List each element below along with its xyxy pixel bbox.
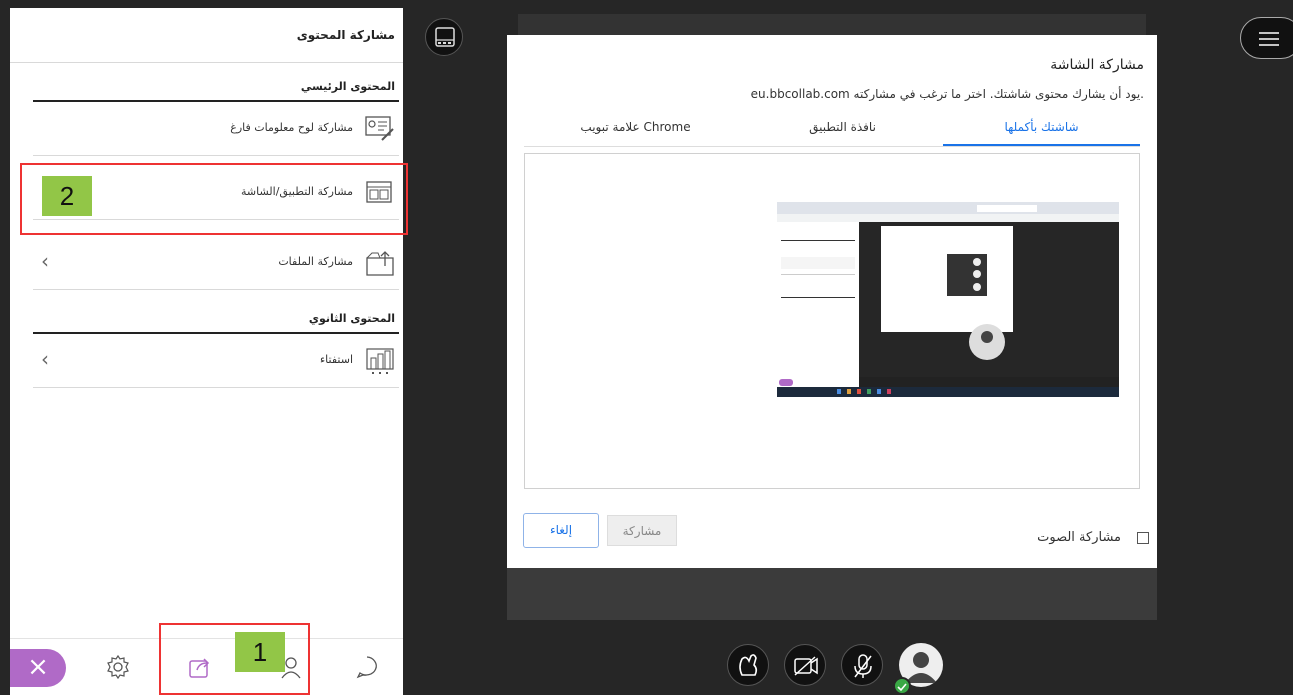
dialog-description: .يود أن يشارك محتوى شاشتك. اختر ما ترغب … bbox=[750, 87, 1144, 101]
share-files-item[interactable]: مشاركة الملفات ‹ bbox=[33, 238, 399, 290]
main-menu-button[interactable] bbox=[1240, 17, 1293, 59]
tab-chrome-tab[interactable]: علامة تبويب Chrome bbox=[537, 120, 734, 146]
raise-hand-button[interactable] bbox=[727, 644, 769, 686]
settings-gear-icon[interactable] bbox=[105, 654, 131, 680]
step-badge-2: 2 bbox=[42, 176, 92, 216]
microphone-button[interactable] bbox=[841, 644, 883, 686]
camera-off-icon bbox=[794, 656, 818, 676]
panel-title: مشاركة المحتوى bbox=[296, 28, 395, 42]
share-whiteboard-label: مشاركة لوح معلومات فارغ bbox=[230, 121, 353, 134]
primary-section-divider bbox=[33, 100, 399, 102]
chevron-left-icon[interactable]: ‹ bbox=[41, 251, 49, 271]
primary-content-heading: المحتوى الرئيسي bbox=[300, 80, 395, 93]
online-status-check-icon bbox=[893, 677, 911, 695]
tabs-divider bbox=[524, 146, 1140, 147]
close-panel-button[interactable]: × bbox=[10, 649, 66, 687]
camera-button[interactable] bbox=[784, 644, 826, 686]
chat-bubble-icon[interactable] bbox=[354, 654, 380, 680]
tab-entire-screen[interactable]: شاشتك بأكملها bbox=[943, 120, 1140, 146]
poll-item[interactable]: استفتاء ‹ bbox=[33, 336, 399, 388]
file-folder-icon bbox=[366, 251, 394, 276]
panel-header: مشاركة المحتوى bbox=[10, 8, 403, 63]
screen-share-dialog: مشاركة الشاشة .يود أن يشارك محتوى شاشتك.… bbox=[507, 35, 1157, 568]
secondary-section-divider bbox=[33, 332, 399, 334]
hand-icon bbox=[739, 654, 758, 676]
cancel-button[interactable]: إلغاء bbox=[523, 513, 599, 548]
step-badge-1: 1 bbox=[235, 632, 285, 672]
screen-thumbnail[interactable] bbox=[777, 202, 1119, 397]
share-content-panel: مشاركة المحتوى المحتوى الرئيسي مشاركة لو… bbox=[10, 8, 403, 695]
checkmark-icon bbox=[897, 683, 907, 692]
collaborate-screen: مشاركة المحتوى المحتوى الرئيسي مشاركة لو… bbox=[0, 0, 1293, 695]
hamburger-menu-icon bbox=[1259, 32, 1279, 46]
chevron-left-icon[interactable]: ‹ bbox=[41, 349, 49, 369]
poll-label: استفتاء bbox=[320, 353, 353, 366]
stage-top-strip bbox=[518, 14, 1146, 35]
screen-thumbnail-image bbox=[777, 202, 1119, 397]
dialog-title: مشاركة الشاشة bbox=[1050, 57, 1144, 73]
whiteboard-icon bbox=[365, 116, 394, 141]
secondary-content-heading: المحتوى الثانوي bbox=[308, 312, 395, 325]
poll-chart-icon bbox=[366, 348, 394, 374]
share-whiteboard-item[interactable]: مشاركة لوح معلومات فارغ bbox=[33, 104, 399, 156]
share-files-label: مشاركة الملفات bbox=[278, 255, 353, 268]
layout-grid-icon bbox=[435, 27, 455, 47]
screen-preview-area bbox=[524, 153, 1140, 489]
share-button[interactable]: مشاركة bbox=[607, 515, 677, 546]
layout-toggle-button[interactable] bbox=[425, 18, 463, 56]
share-audio-label: مشاركة الصوت bbox=[1037, 530, 1121, 545]
share-audio-checkbox[interactable] bbox=[1137, 532, 1149, 544]
microphone-off-icon bbox=[854, 654, 872, 678]
tab-application-window[interactable]: نافذة التطبيق bbox=[744, 120, 941, 146]
close-icon: × bbox=[27, 652, 49, 682]
